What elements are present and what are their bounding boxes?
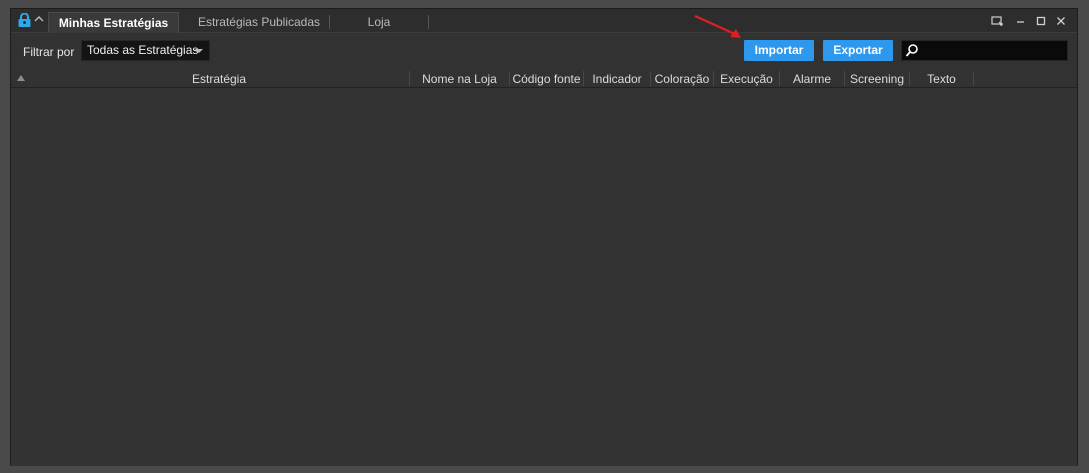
annotation-arrow-icon	[694, 14, 741, 38]
column-divider[interactable]	[973, 71, 974, 86]
strategy-filter-select[interactable]: Todas as Estratégias	[81, 40, 210, 61]
column-header-alarme[interactable]: Alarme	[780, 70, 844, 88]
tab-loja[interactable]: Loja	[330, 12, 428, 33]
column-header-texto[interactable]: Texto	[910, 70, 973, 88]
lock-icon[interactable]	[18, 13, 31, 27]
export-button[interactable]: Exportar	[823, 40, 893, 61]
column-header-codigo-fonte[interactable]: Código fonte	[510, 70, 583, 88]
strategy-table-body[interactable]	[11, 88, 1077, 466]
search-input[interactable]	[901, 40, 1068, 61]
column-header-coloracao[interactable]: Coloração	[651, 70, 713, 88]
column-header-estrategia[interactable]: Estratégia	[29, 70, 409, 88]
chevron-up-icon[interactable]	[33, 14, 45, 24]
filter-selected-value: Todas as Estratégias	[87, 43, 199, 57]
tab-divider	[428, 15, 429, 29]
column-header-nome-na-loja[interactable]: Nome na Loja	[410, 70, 509, 88]
search-icon	[905, 44, 918, 57]
column-header-indicador[interactable]: Indicador	[584, 70, 650, 88]
filter-label: Filtrar por	[23, 45, 75, 59]
sort-ascending-icon[interactable]	[17, 75, 25, 81]
import-button[interactable]: Importar	[744, 40, 814, 61]
column-header-execucao[interactable]: Execução	[714, 70, 779, 88]
tab-bar: Minhas Estratégias Estratégias Publicada…	[11, 9, 1077, 33]
maximize-icon[interactable]	[1033, 13, 1049, 29]
dropdown-arrow-icon	[195, 49, 203, 53]
popout-icon[interactable]	[989, 13, 1005, 29]
close-icon[interactable]	[1053, 13, 1069, 29]
table-header: Estratégia Nome na Loja Código fonte Ind…	[11, 70, 1077, 88]
column-header-screening[interactable]: Screening	[845, 70, 909, 88]
minimize-icon[interactable]	[1013, 13, 1029, 29]
tab-minhas-estrategias[interactable]: Minhas Estratégias	[48, 12, 179, 33]
strategies-window: Minhas Estratégias Estratégias Publicada…	[10, 8, 1078, 466]
tab-estrategias-publicadas[interactable]: Estratégias Publicadas	[189, 12, 329, 33]
